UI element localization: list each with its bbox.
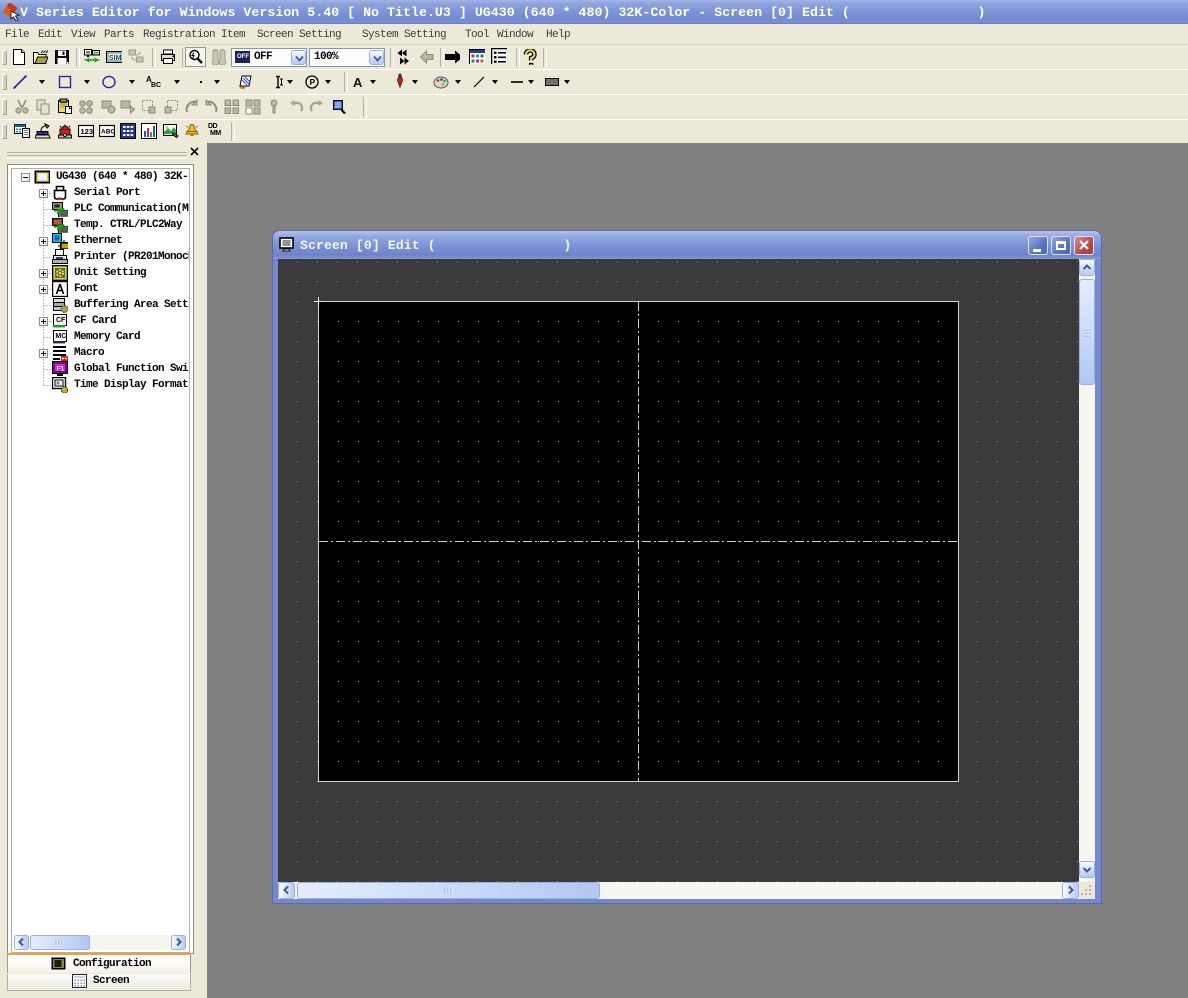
svg-text:MC: MC (55, 333, 66, 340)
svg-text:A: A (353, 75, 363, 90)
svg-text:ABC: ABC (101, 129, 115, 136)
svg-text:BC: BC (151, 82, 161, 89)
svg-text:123: 123 (81, 127, 94, 136)
svg-text:F1: F1 (57, 366, 65, 373)
svg-text:SIM: SIM (109, 55, 122, 62)
svg-text:DD: DD (208, 123, 218, 130)
svg-text:MM: MM (210, 130, 221, 137)
svg-text:CF: CF (56, 317, 66, 324)
svg-text:P: P (310, 77, 316, 87)
